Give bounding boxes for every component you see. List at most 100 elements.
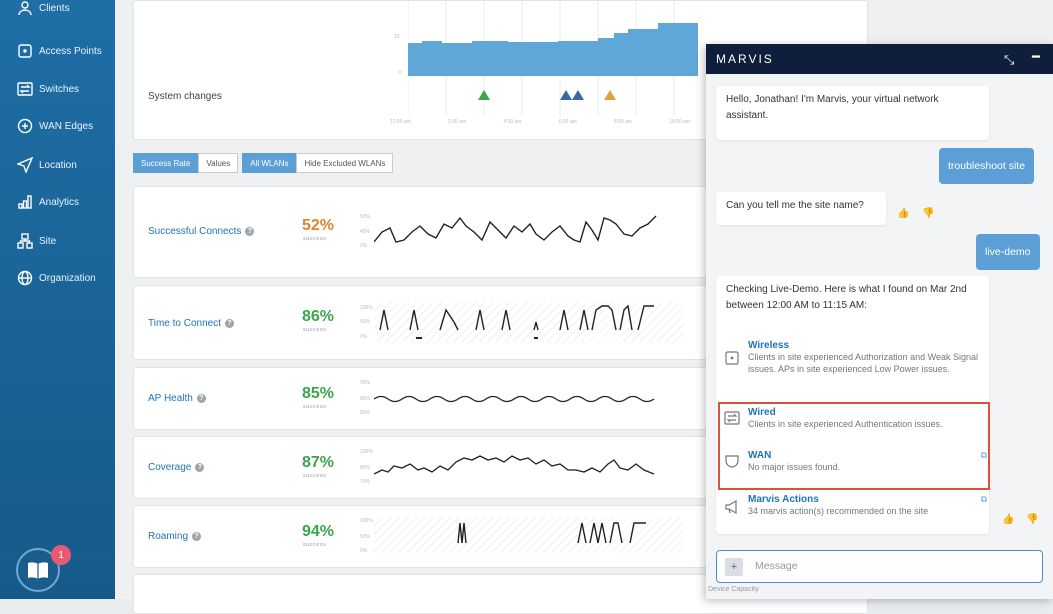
location-icon bbox=[16, 156, 34, 174]
thumbs-down-icon[interactable]: 👎 bbox=[1026, 514, 1038, 525]
open-external-icon[interactable]: ⧉ bbox=[981, 494, 987, 505]
timeline-x-tick: 12:00 am bbox=[390, 119, 411, 125]
axis-tick: 0% bbox=[360, 334, 368, 340]
metric-value: 86% bbox=[302, 308, 335, 325]
axis-tick: 50% bbox=[360, 319, 371, 325]
metric-value: 52% bbox=[302, 217, 335, 234]
axis-tick: 50% bbox=[360, 534, 371, 540]
sidebar-item-access-points[interactable]: Access Points bbox=[0, 35, 115, 67]
help-icon[interactable]: ? bbox=[196, 394, 206, 403]
sidebar-item-label: Location bbox=[39, 159, 77, 171]
message-placeholder: Message bbox=[755, 560, 798, 572]
organization-icon bbox=[16, 269, 34, 287]
change-marker bbox=[560, 90, 572, 100]
metric-label: Roaming? bbox=[148, 531, 202, 542]
message-input[interactable]: + Message bbox=[716, 550, 1043, 583]
highlight-box bbox=[718, 402, 990, 490]
sparkline bbox=[374, 302, 684, 342]
sidebar: Clients Access Points Switches WAN Edges… bbox=[0, 0, 115, 599]
sidebar-item-site[interactable]: Site bbox=[0, 225, 115, 257]
notification-badge: 1 bbox=[51, 545, 71, 565]
thumbs-down-icon[interactable]: 👎 bbox=[922, 208, 934, 219]
metric-label: Successful Connects? bbox=[148, 226, 255, 237]
sidebar-item-label: WAN Edges bbox=[39, 120, 94, 132]
timeline-x-tick: 2:00 am bbox=[448, 119, 467, 125]
axis-tick: 85% bbox=[360, 396, 371, 402]
user-message: troubleshoot site bbox=[939, 148, 1035, 184]
book-icon bbox=[28, 562, 48, 579]
result-desc: 34 marvis action(s) recommended on the s… bbox=[748, 506, 929, 516]
tab-success-rate[interactable]: Success Rate bbox=[133, 153, 199, 173]
minimize-icon[interactable]: ━ bbox=[1032, 49, 1042, 65]
sidebar-item-wan-edges[interactable]: WAN Edges bbox=[0, 110, 115, 142]
timeline-x-tick: 6:00 am bbox=[558, 119, 577, 125]
sidebar-item-switches[interactable]: Switches bbox=[0, 73, 115, 105]
metric-sub: success bbox=[303, 473, 327, 479]
axis-tick: 45% bbox=[360, 229, 371, 235]
change-marker bbox=[478, 90, 490, 100]
marvis-header: MARVIS ⤡ ━ bbox=[706, 44, 1053, 74]
analytics-icon bbox=[16, 193, 34, 211]
metric-sub: success bbox=[303, 327, 327, 333]
axis-tick: 85% bbox=[360, 465, 371, 471]
axis-tick: 70% bbox=[360, 479, 371, 485]
thumbs-up-icon[interactable]: 👍 bbox=[897, 208, 909, 219]
axis-tick: 100% bbox=[360, 449, 373, 455]
axis-tick: 0% bbox=[360, 243, 368, 249]
user-message: live-demo bbox=[976, 234, 1040, 270]
metric-sub: success bbox=[303, 542, 327, 548]
wan-edge-icon bbox=[16, 117, 34, 135]
marvis-title: MARVIS bbox=[716, 52, 774, 66]
clients-icon bbox=[16, 0, 34, 17]
metric-label: Coverage? bbox=[148, 462, 205, 473]
access-point-icon bbox=[16, 42, 34, 60]
help-icon[interactable]: ? bbox=[195, 463, 205, 472]
marvis-message: Can you tell me the site name? bbox=[716, 192, 886, 225]
sparkline bbox=[374, 215, 657, 243]
axis-tick: 90% bbox=[360, 380, 371, 386]
attach-plus-button[interactable]: + bbox=[725, 558, 743, 576]
switch-icon bbox=[16, 80, 34, 98]
result-wireless[interactable]: Wireless Clients in site experienced Aut… bbox=[724, 340, 989, 375]
result-marvis-actions[interactable]: Marvis Actions 34 marvis action(s) recom… bbox=[724, 494, 989, 517]
help-icon[interactable]: ? bbox=[225, 319, 234, 328]
timeline-x-axis: 12:00 am 2:00 am 4:00 am 6:00 am 8:00 am… bbox=[390, 119, 690, 125]
axis-tick: 80% bbox=[360, 410, 371, 416]
timeline-x-tick: 8:00 am bbox=[613, 119, 632, 125]
sidebar-item-analytics[interactable]: Analytics bbox=[0, 186, 115, 218]
tab-values[interactable]: Values bbox=[198, 153, 239, 173]
metric-value: 87% bbox=[302, 454, 335, 471]
marvis-chat-panel: MARVIS ⤡ ━ Hello, Jonathan! I'm Marvis, … bbox=[706, 44, 1053, 599]
axis-tick: 100% bbox=[360, 305, 373, 311]
tab-hide-excluded-wlans[interactable]: Hide Excluded WLANs bbox=[296, 153, 394, 173]
sidebar-item-clients[interactable]: Clients bbox=[0, 0, 115, 24]
timeline-area bbox=[408, 23, 698, 76]
sparkline bbox=[374, 455, 655, 475]
metric-value: 85% bbox=[302, 385, 335, 402]
tab-all-wlans[interactable]: All WLANs bbox=[242, 153, 297, 173]
metric-label: AP Health? bbox=[148, 393, 206, 404]
filter-tabs: Success Rate Values All WLANs Hide Exclu… bbox=[133, 153, 394, 173]
change-marker bbox=[572, 90, 584, 100]
sidebar-item-label: Organization bbox=[39, 272, 96, 284]
sidebar-item-organization[interactable]: Organization bbox=[0, 262, 115, 294]
system-changes-label: System changes bbox=[148, 91, 222, 102]
metric-sub: success bbox=[303, 404, 327, 410]
sidebar-item-label: Switches bbox=[39, 83, 80, 95]
axis-tick: 0% bbox=[360, 548, 368, 554]
change-marker bbox=[604, 90, 616, 100]
system-changes-timeline bbox=[408, 1, 698, 116]
marvis-message: Hello, Jonathan! I'm Marvis, your virtua… bbox=[716, 86, 989, 140]
expand-icon[interactable]: ⤡ bbox=[1004, 52, 1016, 68]
metric-sub: success bbox=[303, 236, 327, 242]
thumbs-up-icon[interactable]: 👍 bbox=[1002, 514, 1014, 525]
help-icon[interactable]: ? bbox=[245, 227, 255, 236]
timeline-y-tick: 15 bbox=[394, 34, 400, 40]
help-icon[interactable]: ? bbox=[192, 532, 202, 541]
result-desc: Clients in site experienced Authorizatio… bbox=[748, 352, 978, 374]
sidebar-item-label: Analytics bbox=[39, 196, 80, 208]
marvis-message: Checking Live-Demo. Here is what I found… bbox=[716, 276, 989, 332]
megaphone-icon bbox=[724, 499, 740, 515]
sidebar-item-location[interactable]: Location bbox=[0, 149, 115, 181]
axis-tick: 50% bbox=[360, 214, 371, 220]
